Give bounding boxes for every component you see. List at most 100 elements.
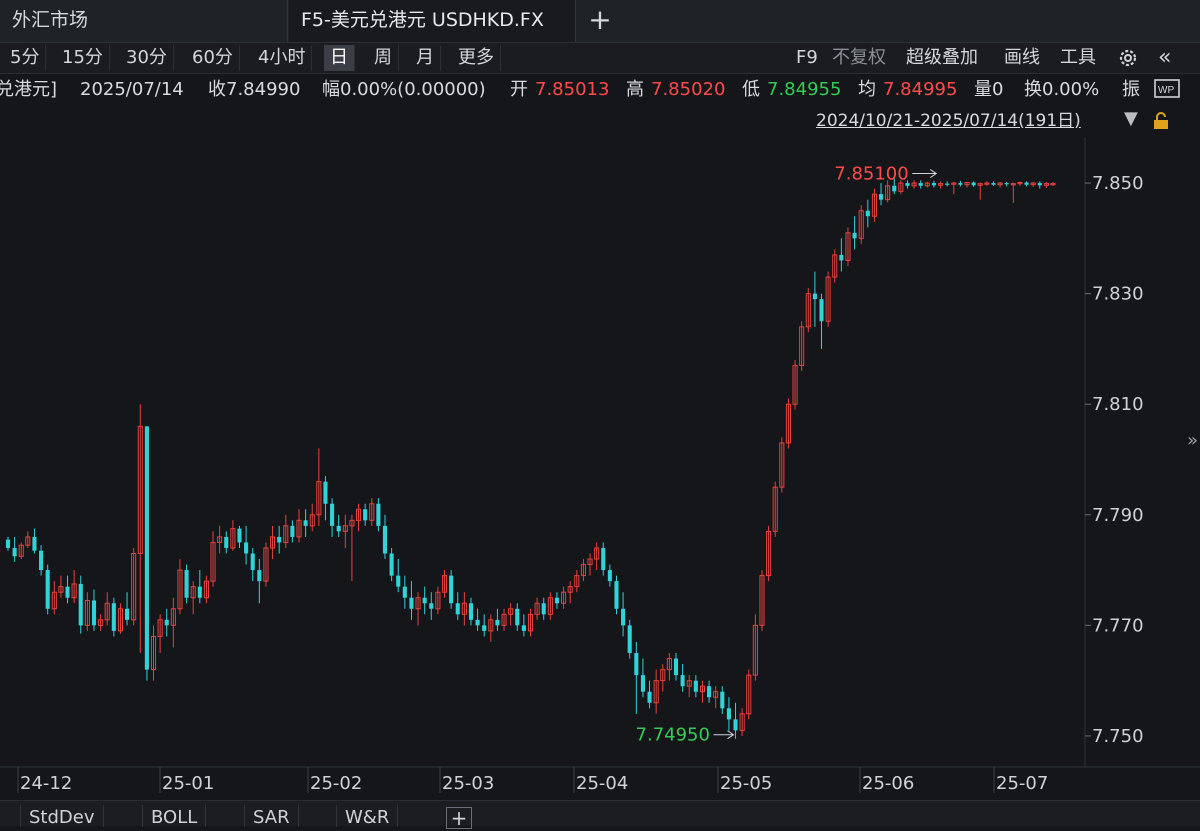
- period-4hour[interactable]: 4小时: [252, 45, 313, 71]
- low-label: 低: [742, 79, 760, 100]
- tab-bar: 外汇市场 F5-美元兑港元 USDHKD.FX +: [0, 0, 1200, 43]
- lock-icon[interactable]: [1152, 112, 1170, 130]
- candle-body-down: [601, 547, 606, 571]
- period-week[interactable]: 周: [368, 45, 399, 71]
- y-tick-label: 7.850: [1092, 173, 1144, 194]
- volume: 量0: [974, 79, 1004, 100]
- candle-body-down: [237, 528, 242, 543]
- candle-body-down: [244, 542, 249, 554]
- candle-body-down: [865, 210, 870, 217]
- candle-body-down: [224, 536, 229, 548]
- candle-body-down: [673, 658, 679, 676]
- candle-body-down: [32, 536, 37, 551]
- candle-body-down: [647, 691, 652, 703]
- open-label: 开: [510, 79, 528, 100]
- period-5min[interactable]: 5分: [4, 45, 47, 71]
- candle-body-down: [382, 525, 388, 554]
- candle-body-down: [892, 185, 897, 192]
- candle-body-down: [250, 553, 255, 571]
- candle-body-down: [12, 547, 17, 557]
- avg-label: 均: [858, 79, 876, 100]
- tab-forex-market[interactable]: 外汇市场: [0, 0, 288, 42]
- tools-button[interactable]: 工具: [1060, 45, 1096, 71]
- range-dropdown-icon[interactable]: ▼: [1124, 108, 1138, 129]
- gear-icon[interactable]: [1116, 46, 1140, 72]
- period-day[interactable]: 日: [324, 45, 355, 71]
- candle-body-down: [45, 570, 50, 609]
- candle-body-down: [323, 481, 328, 504]
- indicator-tab-stddev[interactable]: StdDev: [20, 805, 104, 828]
- y-tick-label: 7.750: [1092, 726, 1144, 747]
- candle-body-down: [733, 719, 738, 731]
- candle-body-down: [455, 603, 460, 615]
- wp-icon[interactable]: WP: [1154, 79, 1180, 111]
- tab-usdhkd[interactable]: F5-美元兑港元 USDHKD.FX: [289, 0, 576, 42]
- x-tick-label: 25-01: [162, 773, 214, 794]
- candle-body-down: [376, 503, 381, 526]
- candle-body-down: [184, 570, 189, 598]
- collapse-icon[interactable]: «: [1158, 45, 1171, 71]
- candle-body-down: [409, 597, 414, 609]
- candle-body-down: [429, 603, 434, 609]
- candle-body-down: [607, 570, 612, 582]
- indicator-tab-wr[interactable]: W&R: [336, 805, 399, 828]
- candle-body-down: [422, 597, 427, 604]
- candle-body-down: [693, 680, 698, 692]
- add-indicator-button[interactable]: +: [446, 807, 472, 829]
- candle-body-down: [720, 691, 725, 709]
- quote-info-bar: 兑港元] 2025/07/14 收7.84990 幅0.00%(0.00000)…: [0, 75, 1200, 105]
- high-label: 高: [626, 79, 644, 100]
- candle-body-down: [303, 520, 308, 526]
- candle-body-down: [402, 586, 407, 598]
- x-tick-label: 25-03: [442, 773, 494, 794]
- x-tick-label: 25-06: [862, 773, 914, 794]
- y-tick-label: 7.830: [1092, 284, 1144, 305]
- instrument-name: 兑港元]: [0, 79, 58, 100]
- x-tick-label: 24-12: [20, 773, 72, 794]
- candle-body-down: [396, 575, 401, 587]
- candle-body-down: [634, 653, 639, 676]
- f9-button[interactable]: F9: [796, 45, 818, 71]
- candle-body-down: [475, 619, 480, 626]
- draw-line-button[interactable]: 画线: [1004, 45, 1040, 71]
- candle-body-down: [39, 550, 44, 571]
- candle-body-down: [812, 293, 817, 300]
- candle-body-down: [918, 183, 923, 186]
- x-tick-label: 25-05: [720, 773, 772, 794]
- quote-date: 2025/07/14: [80, 79, 184, 100]
- candle-body-down: [1024, 182, 1029, 185]
- candle-body-down: [640, 675, 645, 692]
- x-tick-label: 25-04: [576, 773, 628, 794]
- candle-body-down: [839, 254, 844, 261]
- candlestick-chart[interactable]: 7.850 7.830 7.810 7.790 7.770 7.750 7.85100 7.7…: [0, 137, 1200, 800]
- expand-pane-icon[interactable]: »: [1187, 430, 1198, 451]
- period-more[interactable]: 更多: [452, 45, 501, 71]
- candle-body-down: [164, 619, 169, 626]
- period-30min[interactable]: 30分: [120, 45, 174, 71]
- y-tick-label: 7.770: [1092, 615, 1144, 636]
- low-annotation: 7.74950: [636, 725, 710, 746]
- period-60min[interactable]: 60分: [186, 45, 240, 71]
- y-tick-label: 7.790: [1092, 505, 1144, 526]
- period-15min[interactable]: 15分: [56, 45, 110, 71]
- high-price: 7.85020: [651, 79, 726, 100]
- no-adjust-button[interactable]: 不复权: [832, 45, 886, 71]
- candle-body-down: [449, 575, 454, 604]
- candle-body-down: [336, 525, 341, 532]
- indicator-tab-boll[interactable]: BOLL: [142, 805, 207, 828]
- candle-body-down: [614, 581, 619, 609]
- change-percent: 幅0.00%(0.00000): [322, 79, 486, 100]
- turnover: 换0.00%: [1024, 79, 1100, 100]
- period-month[interactable]: 月: [410, 45, 441, 71]
- indicator-tab-sar[interactable]: SAR: [244, 805, 299, 828]
- overlay-button[interactable]: 超级叠加: [906, 45, 978, 71]
- candle-body-down: [91, 600, 97, 626]
- candle-body-down: [495, 619, 500, 626]
- date-range[interactable]: 2024/10/21-2025/07/14(191日): [816, 108, 1081, 134]
- add-tab-button[interactable]: +: [588, 4, 612, 36]
- candle-body-down: [726, 708, 731, 720]
- candle-body-down: [389, 553, 394, 576]
- candle-body-down: [290, 525, 295, 537]
- candle-body-down: [482, 625, 487, 631]
- indicator-tab-bar: StdDev BOLL SAR W&R +: [0, 800, 1200, 829]
